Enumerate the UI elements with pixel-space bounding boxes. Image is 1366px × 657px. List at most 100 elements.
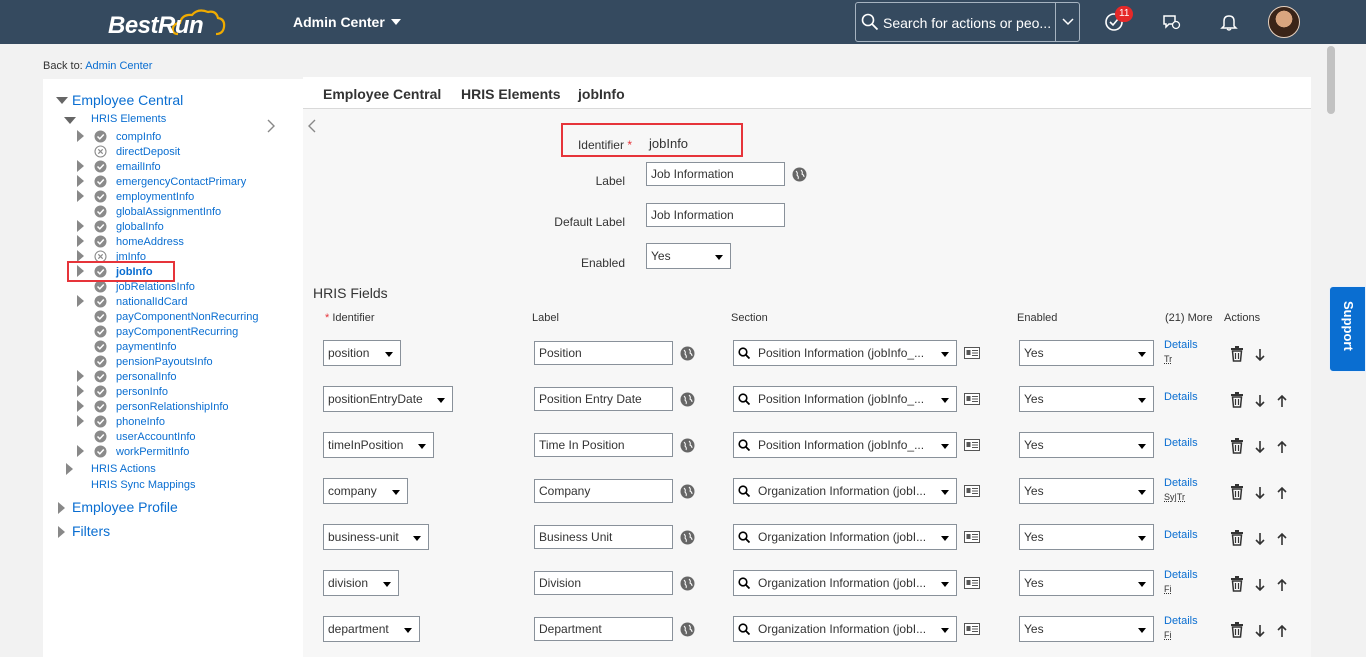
expand-triangle-icon[interactable] <box>77 220 84 232</box>
arrow-up-icon[interactable] <box>1275 439 1289 455</box>
tree-item[interactable]: compInfo <box>116 130 161 144</box>
globe-translate-icon[interactable] <box>680 622 695 637</box>
globe-translate-icon[interactable] <box>680 346 695 361</box>
trash-icon[interactable] <box>1230 346 1244 362</box>
enabled-select[interactable]: Yes <box>1019 386 1154 412</box>
enabled-select[interactable]: Yes <box>1019 340 1154 366</box>
tree-item[interactable]: employmentInfo <box>116 190 194 204</box>
expand-triangle-icon[interactable] <box>77 415 84 427</box>
expand-triangle-icon[interactable] <box>58 502 65 514</box>
section-select[interactable]: Organization Information (jobI... <box>733 616 957 642</box>
tree-item[interactable]: personInfo <box>116 385 168 399</box>
enabled-select[interactable]: Yes <box>1019 432 1154 458</box>
trash-icon[interactable] <box>1230 392 1244 408</box>
tree-item[interactable]: payComponentRecurring <box>116 325 238 339</box>
tree-item[interactable]: payComponentNonRecurring <box>116 310 258 324</box>
tree-item[interactable]: globalAssignmentInfo <box>116 205 221 219</box>
tree-item[interactable]: userAccountInfo <box>116 430 196 444</box>
tree-item[interactable]: pensionPayoutsInfo <box>116 355 213 369</box>
details-link[interactable]: Details <box>1164 477 1198 489</box>
expand-chevron-right-icon[interactable] <box>266 119 276 133</box>
tree-item[interactable]: emergencyContactPrimary <box>116 175 246 189</box>
support-tab[interactable]: Support <box>1329 286 1366 372</box>
tree-hris-actions[interactable]: HRIS Actions <box>91 462 156 476</box>
globe-translate-icon[interactable] <box>792 167 807 182</box>
enabled-select[interactable]: Yes <box>646 243 731 269</box>
arrow-down-icon[interactable] <box>1253 439 1267 455</box>
identifier-select[interactable]: division <box>323 570 399 596</box>
arrow-down-icon[interactable] <box>1253 577 1267 593</box>
collapse-triangle-icon[interactable] <box>64 117 76 124</box>
globe-translate-icon[interactable] <box>680 484 695 499</box>
expand-triangle-icon[interactable] <box>77 400 84 412</box>
collapse-triangle-icon[interactable] <box>56 97 68 104</box>
identifier-select[interactable]: business-unit <box>323 524 429 550</box>
arrow-up-icon[interactable] <box>1275 577 1289 593</box>
globe-translate-icon[interactable] <box>680 438 695 453</box>
details-link[interactable]: Details <box>1164 339 1198 351</box>
arrow-up-icon[interactable] <box>1275 485 1289 501</box>
section-select[interactable]: Position Information (jobInfo_... <box>733 432 957 458</box>
search-dropdown-button[interactable] <box>1055 3 1079 41</box>
arrow-down-icon[interactable] <box>1253 393 1267 409</box>
tree-item[interactable]: personalInfo <box>116 370 177 384</box>
expand-triangle-icon[interactable] <box>77 190 84 202</box>
trash-icon[interactable] <box>1230 576 1244 592</box>
field-label-input[interactable]: Position Entry Date <box>534 387 673 411</box>
section-details-icon[interactable] <box>964 439 980 451</box>
section-details-icon[interactable] <box>964 577 980 589</box>
tree-item[interactable]: workPermitInfo <box>116 445 189 459</box>
tree-item[interactable]: globalInfo <box>116 220 164 234</box>
expand-triangle-icon[interactable] <box>77 160 84 172</box>
section-details-icon[interactable] <box>964 393 980 405</box>
tree-hris-elements[interactable]: HRIS Elements <box>91 112 166 126</box>
details-link[interactable]: Details <box>1164 615 1198 627</box>
feedback-chat-icon[interactable] <box>1161 12 1181 32</box>
globe-translate-icon[interactable] <box>680 530 695 545</box>
default-label-input[interactable]: Job Information <box>646 203 785 227</box>
trash-icon[interactable] <box>1230 438 1244 454</box>
expand-triangle-icon[interactable] <box>77 370 84 382</box>
expand-triangle-icon[interactable] <box>77 445 84 457</box>
module-menu[interactable]: Admin Center <box>293 14 401 30</box>
col-more[interactable]: (21) More <box>1165 312 1213 324</box>
scrollbar-thumb[interactable] <box>1327 46 1335 114</box>
collapse-chevron-left-icon[interactable] <box>307 119 317 133</box>
field-label-input[interactable]: Time In Position <box>534 433 673 457</box>
tree-item[interactable]: directDeposit <box>116 145 180 159</box>
bestrun-logo[interactable]: BestRun <box>108 6 228 40</box>
section-select[interactable]: Organization Information (jobI... <box>733 570 957 596</box>
section-details-icon[interactable] <box>964 347 980 359</box>
expand-triangle-icon[interactable] <box>77 385 84 397</box>
expand-triangle-icon[interactable] <box>77 130 84 142</box>
back-to-admin-center-link[interactable]: Admin Center <box>85 60 152 72</box>
user-avatar[interactable] <box>1268 6 1300 38</box>
tree-item[interactable]: phoneInfo <box>116 415 165 429</box>
identifier-select[interactable]: timeInPosition <box>323 432 434 458</box>
global-search[interactable]: Search for actions or peo... <box>855 2 1080 42</box>
tree-hris-sync-mappings[interactable]: HRIS Sync Mappings <box>91 478 196 492</box>
trash-icon[interactable] <box>1230 622 1244 638</box>
identifier-select[interactable]: company <box>323 478 408 504</box>
search-input[interactable]: Search for actions or peo... <box>883 15 1051 31</box>
arrow-down-icon[interactable] <box>1253 347 1267 363</box>
bell-icon[interactable] <box>1219 12 1239 32</box>
tree-filters[interactable]: Filters <box>72 524 110 538</box>
expand-triangle-icon[interactable] <box>77 175 84 187</box>
enabled-select[interactable]: Yes <box>1019 616 1154 642</box>
identifier-select[interactable]: positionEntryDate <box>323 386 453 412</box>
section-select[interactable]: Position Information (jobInfo_... <box>733 340 957 366</box>
tree-employee-profile[interactable]: Employee Profile <box>72 500 178 514</box>
section-details-icon[interactable] <box>964 531 980 543</box>
details-link[interactable]: Details <box>1164 391 1198 403</box>
tree-item[interactable]: paymentInfo <box>116 340 177 354</box>
enabled-select[interactable]: Yes <box>1019 478 1154 504</box>
trash-icon[interactable] <box>1230 530 1244 546</box>
expand-triangle-icon[interactable] <box>77 235 84 247</box>
globe-translate-icon[interactable] <box>680 392 695 407</box>
field-label-input[interactable]: Department <box>534 617 673 641</box>
tree-item[interactable]: jobRelationsInfo <box>116 280 195 294</box>
details-link[interactable]: Details <box>1164 529 1198 541</box>
arrow-down-icon[interactable] <box>1253 485 1267 501</box>
trash-icon[interactable] <box>1230 484 1244 500</box>
